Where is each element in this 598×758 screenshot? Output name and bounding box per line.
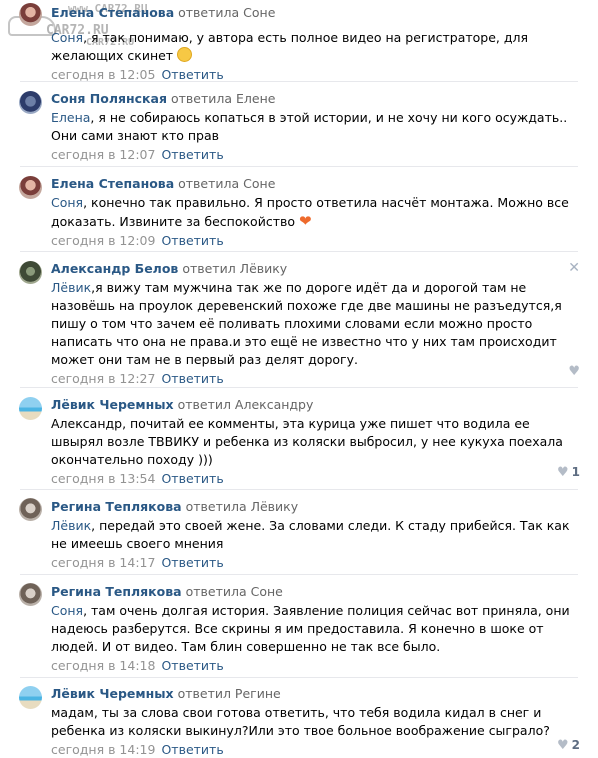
comment-header: Елена Степанова ответила Соне [51, 5, 574, 21]
comment-item: Регина Теплякова ответила Лёвику Лёвик, … [0, 499, 598, 571]
heart-emoji-icon: ❤ [298, 212, 312, 230]
mention-link[interactable]: Лёвик [51, 280, 91, 295]
reply-target[interactable]: ответил Лёвику [182, 261, 287, 276]
comment-text: Елена, я не собираюсь копаться в этой ис… [51, 109, 574, 145]
comment-meta: сегодня в 14:17 Ответить [51, 555, 574, 571]
comment-body: мадам, ты за слова свои готова ответить,… [51, 705, 550, 738]
comment-body: , там очень долгая история. Заявление по… [51, 603, 570, 654]
like-count: 2 [571, 738, 580, 752]
timestamp[interactable]: сегодня в 13:54 [51, 471, 155, 486]
heart-icon: ♥ [556, 738, 569, 753]
reply-button[interactable]: Ответить [161, 658, 223, 673]
timestamp[interactable]: сегодня в 14:19 [51, 742, 155, 757]
reply-button[interactable]: Ответить [161, 67, 223, 82]
comment-text: Соня, там очень долгая история. Заявлени… [51, 602, 574, 656]
reply-target[interactable]: ответил Регине [178, 686, 281, 701]
comment-header: Регина Теплякова ответила Лёвику [51, 499, 574, 515]
comment-body: ,я вижу там мужчина так же по дороге идё… [51, 280, 562, 367]
reply-button[interactable]: Ответить [161, 742, 223, 757]
comment-item: Елена Степанова ответила Соне Соня, я та… [0, 5, 598, 83]
mention-link[interactable]: Елена [51, 110, 90, 125]
comment-item: Соня Полянская ответила Елене Елена, я н… [0, 91, 598, 163]
reply-target[interactable]: ответил Александру [178, 397, 314, 412]
comment-body: Александр, почитай ее комменты, эта кури… [51, 416, 563, 467]
reply-target[interactable]: ответила Елене [171, 91, 275, 106]
reply-button[interactable]: Ответить [161, 371, 223, 386]
like-button[interactable]: ♥ [568, 364, 580, 379]
mention-link[interactable]: Соня [51, 30, 83, 45]
reply-button[interactable]: Ответить [161, 471, 223, 486]
comment-text: мадам, ты за слова свои готова ответить,… [51, 704, 574, 740]
comment-meta: сегодня в 12:27 Ответить [51, 371, 574, 387]
comment-header: Лёвик Черемных ответил Александру [51, 397, 574, 413]
mention-link[interactable]: Соня [51, 195, 83, 210]
author-name[interactable]: Лёвик Черемных [51, 397, 174, 412]
comment-body: , я не собираюсь копаться в этой истории… [51, 110, 568, 143]
timestamp[interactable]: сегодня в 12:07 [51, 147, 155, 162]
divider [20, 166, 578, 167]
comment-header: Регина Теплякова ответила Соне [51, 584, 574, 600]
reply-target[interactable]: ответила Соне [178, 176, 275, 191]
reply-button[interactable]: Ответить [161, 233, 223, 248]
timestamp[interactable]: сегодня в 14:18 [51, 658, 155, 673]
comment-text: Лёвик, передай это своей жене. За словам… [51, 517, 574, 553]
author-name[interactable]: Регина Теплякова [51, 499, 182, 514]
comment-text: Александр, почитай ее комменты, эта кури… [51, 415, 574, 469]
divider [20, 677, 578, 678]
like-count: 1 [571, 465, 580, 479]
comment-header: Александр Белов ответил Лёвику [51, 261, 574, 277]
timestamp[interactable]: сегодня в 12:09 [51, 233, 155, 248]
divider [20, 81, 578, 82]
timestamp[interactable]: сегодня в 14:17 [51, 555, 155, 570]
author-name[interactable]: Лёвик Черемных [51, 686, 174, 701]
comment-meta: сегодня в 12:09 Ответить [51, 233, 574, 249]
author-name[interactable]: Регина Теплякова [51, 584, 182, 599]
comment-header: Елена Степанова ответила Соне [51, 176, 574, 192]
author-name[interactable]: Александр Белов [51, 261, 178, 276]
comment-meta: сегодня в 13:54 Ответить [51, 471, 574, 487]
heart-icon: ♥ [568, 364, 580, 379]
heart-icon: ♥ [556, 465, 569, 480]
comment-item: Лёвик Черемных ответил Регине мадам, ты … [0, 686, 598, 758]
comment-meta: сегодня в 12:07 Ответить [51, 147, 574, 163]
timestamp[interactable]: сегодня в 12:27 [51, 371, 155, 386]
reply-target[interactable]: ответила Соне [178, 5, 275, 20]
divider [20, 251, 578, 252]
like-button[interactable]: ♥ 1 [557, 465, 580, 480]
comment-item: Регина Теплякова ответила Соне Соня, там… [0, 584, 598, 674]
comment-body: , передай это своей жене. За словами сле… [51, 518, 570, 551]
comment-text: Соня, я так понимаю, у автора есть полно… [51, 29, 574, 65]
comment-text: Соня, конечно так правильно. Я просто от… [51, 194, 574, 231]
comment-item: Лёвик Черемных ответил Александру Алекса… [0, 397, 598, 487]
comment-item: Елена Степанова ответила Соне Соня, коне… [0, 176, 598, 249]
reply-button[interactable]: Ответить [161, 555, 223, 570]
wink-emoji-icon [177, 47, 193, 62]
author-name[interactable]: Елена Степанова [51, 176, 174, 191]
comment-header: Лёвик Черемных ответил Регине [51, 686, 574, 702]
comment-text: Лёвик,я вижу там мужчина так же по дорог… [51, 279, 574, 369]
divider [20, 387, 578, 388]
comment-item: Александр Белов ответил Лёвику Лёвик,я в… [0, 261, 598, 387]
comment-meta: сегодня в 14:18 Ответить [51, 658, 574, 674]
divider [20, 489, 578, 490]
mention-link[interactable]: Соня [51, 603, 83, 618]
author-name[interactable]: Елена Степанова [51, 5, 174, 20]
reply-target[interactable]: ответила Соне [186, 584, 283, 599]
mention-link[interactable]: Лёвик [51, 518, 91, 533]
comment-header: Соня Полянская ответила Елене [51, 91, 574, 107]
like-button[interactable]: ♥ 2 [557, 738, 580, 753]
comment-body: , я так понимаю, у автора есть полное ви… [51, 30, 528, 63]
author-name[interactable]: Соня Полянская [51, 91, 167, 106]
timestamp[interactable]: сегодня в 12:05 [51, 67, 155, 82]
reply-target[interactable]: ответила Лёвику [186, 499, 299, 514]
divider [20, 574, 578, 575]
reply-button[interactable]: Ответить [161, 147, 223, 162]
